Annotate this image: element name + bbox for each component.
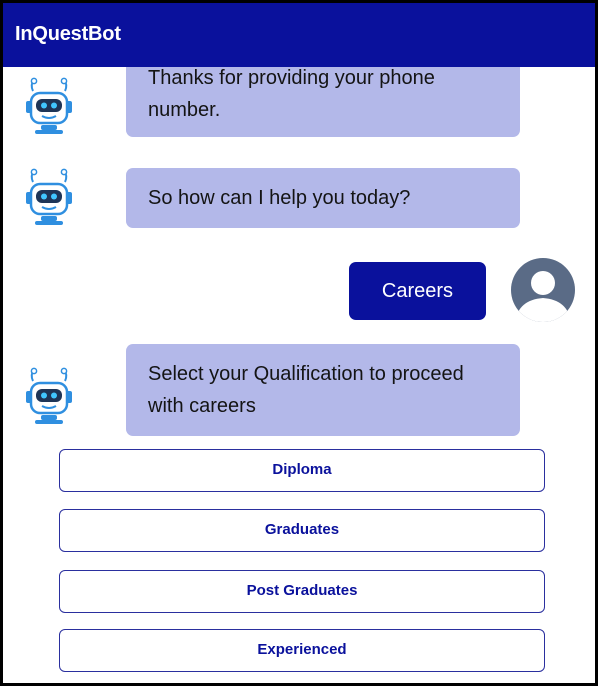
robot-icon xyxy=(25,77,73,135)
robot-icon xyxy=(25,168,73,226)
message-list[interactable]: Thanks for providing your phone number. … xyxy=(3,67,595,683)
option-graduates-button[interactable]: Graduates xyxy=(59,509,545,552)
app-title: InQuestBot xyxy=(15,23,121,45)
bot-message: Select your Qualification to proceed wit… xyxy=(126,344,520,436)
robot-icon xyxy=(25,367,73,425)
user-avatar-icon xyxy=(501,258,585,322)
bot-message: So how can I help you today? xyxy=(126,168,520,228)
option-experienced-button[interactable]: Experienced xyxy=(59,629,545,672)
user-message: Careers xyxy=(349,262,486,320)
chat-header: InQuestBot xyxy=(3,3,595,67)
option-diploma-button[interactable]: Diploma xyxy=(59,449,545,492)
bot-message: Thanks for providing your phone number. xyxy=(126,67,520,137)
chat-window: InQuestBot Thanks for providing your pho… xyxy=(0,0,598,686)
option-post-graduates-button[interactable]: Post Graduates xyxy=(59,570,545,613)
